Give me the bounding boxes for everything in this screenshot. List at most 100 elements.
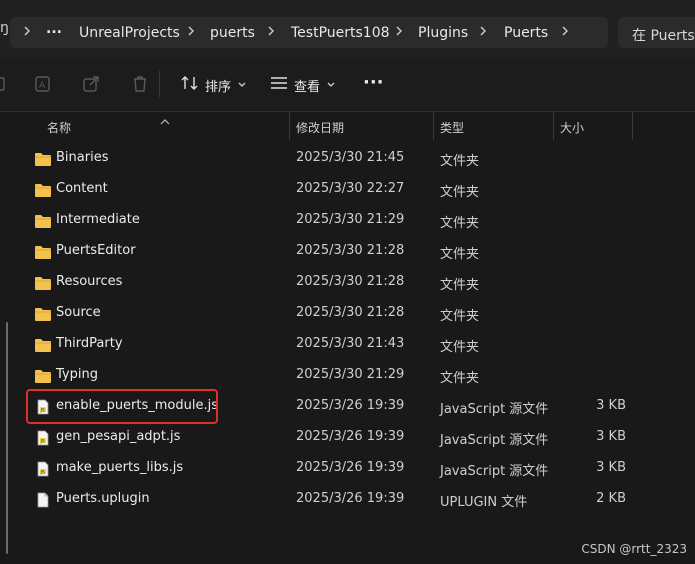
js-file-icon: JS <box>34 430 52 446</box>
file-type: JavaScript 源文件 <box>440 402 549 417</box>
chevron-down-icon <box>237 78 247 93</box>
column-header-modified[interactable]: 修改日期 <box>296 119 344 136</box>
file-type: 文件夹 <box>440 185 480 200</box>
file-date: 2025/3/30 21:45 <box>296 150 405 165</box>
folder-row[interactable]: Binaries 2025/3/30 21:45 文件夹 <box>30 143 650 174</box>
file-name: Content <box>56 181 108 196</box>
svg-text:JS: JS <box>40 469 45 475</box>
file-date: 2025/3/30 22:27 <box>296 181 405 196</box>
address-bar[interactable]: ... UnrealProjects puerts TestPuerts108 … <box>10 17 608 48</box>
file-name: enable_puerts_module.js <box>56 398 219 413</box>
js-file-icon: JS <box>34 461 52 477</box>
column-header-size[interactable]: 大小 <box>560 119 584 136</box>
file-name: Intermediate <box>56 212 140 227</box>
delete-icon[interactable] <box>130 74 150 94</box>
folder-icon <box>34 213 52 229</box>
folder-row[interactable]: ThirdParty 2025/3/30 21:43 文件夹 <box>30 329 650 360</box>
sort-icon <box>181 75 199 95</box>
file-type: UPLUGIN 文件 <box>440 495 528 510</box>
column-header-row: 名称 修改日期 类型 大小 <box>0 112 695 140</box>
file-name: ThirdParty <box>56 336 123 351</box>
rename-icon[interactable]: A <box>33 74 53 94</box>
chevron-right-icon <box>478 24 488 38</box>
folder-row[interactable]: Typing 2025/3/30 21:29 文件夹 <box>30 360 650 391</box>
file-date: 2025/3/30 21:29 <box>296 367 405 382</box>
folder-row[interactable]: PuertsEditor 2025/3/30 21:28 文件夹 <box>30 236 650 267</box>
document-file-icon <box>34 492 52 508</box>
breadcrumb-testpuerts108[interactable]: TestPuerts108 <box>291 25 390 41</box>
search-box[interactable]: 在 Puerts 中 <box>618 17 695 48</box>
share-icon[interactable] <box>81 74 101 94</box>
js-file-icon: JS <box>34 399 52 415</box>
file-type: 文件夹 <box>440 278 480 293</box>
column-divider[interactable] <box>289 112 290 140</box>
chevron-right-icon <box>394 24 404 38</box>
column-divider[interactable] <box>632 112 633 140</box>
folder-icon <box>34 275 52 291</box>
file-name: Resources <box>56 274 123 289</box>
partial-nav-glyph: ŋ <box>0 20 9 36</box>
sort-button[interactable]: 排序 <box>181 74 247 96</box>
file-row[interactable]: Puerts.uplugin 2025/3/26 19:39 UPLUGIN 文… <box>30 484 650 515</box>
nav-pane-scrollbar[interactable] <box>6 322 8 554</box>
file-date: 2025/3/26 19:39 <box>296 491 405 506</box>
chevron-right-icon <box>560 24 570 38</box>
column-divider[interactable] <box>433 112 434 140</box>
column-header-type[interactable]: 类型 <box>440 119 464 136</box>
file-type: 文件夹 <box>440 371 480 386</box>
folder-icon <box>34 368 52 384</box>
folder-icon <box>34 151 52 167</box>
file-type: 文件夹 <box>440 154 480 169</box>
breadcrumb-puerts[interactable]: puerts <box>210 25 255 41</box>
breadcrumb-plugins[interactable]: Plugins <box>418 25 468 41</box>
breadcrumb-overflow[interactable]: ... <box>46 21 62 37</box>
file-date: 2025/3/30 21:28 <box>296 305 405 320</box>
address-bar-area: ŋ ... UnrealProjects puerts TestPuerts10… <box>0 0 695 57</box>
more-options-button[interactable]: ··· <box>363 71 384 93</box>
column-divider[interactable] <box>553 112 554 140</box>
file-name: Puerts.uplugin <box>56 491 150 506</box>
view-label: 查看 <box>294 79 321 95</box>
file-type: 文件夹 <box>440 309 480 324</box>
file-date: 2025/3/26 19:39 <box>296 429 405 444</box>
file-name: gen_pesapi_adpt.js <box>56 429 181 444</box>
file-type: 文件夹 <box>440 340 480 355</box>
file-name: Typing <box>56 367 98 382</box>
breadcrumb-puerts-current[interactable]: Puerts <box>504 25 548 41</box>
file-row[interactable]: JS make_puerts_libs.js 2025/3/26 19:39 J… <box>30 453 650 484</box>
folder-row[interactable]: Content 2025/3/30 22:27 文件夹 <box>30 174 650 205</box>
file-type: JavaScript 源文件 <box>440 464 549 479</box>
file-name: Source <box>56 305 101 320</box>
file-date: 2025/3/26 19:39 <box>296 460 405 475</box>
svg-text:A: A <box>39 81 46 91</box>
file-name: Binaries <box>56 150 109 165</box>
folder-row[interactable]: Source 2025/3/30 21:28 文件夹 <box>30 298 650 329</box>
folder-icon <box>34 244 52 260</box>
file-row[interactable]: JS enable_puerts_module.js 2025/3/26 19:… <box>30 391 650 422</box>
file-date: 2025/3/30 21:29 <box>296 212 405 227</box>
file-size: 2 KB <box>596 491 626 506</box>
file-name: make_puerts_libs.js <box>56 460 184 475</box>
watermark: CSDN @rrtt_2323 <box>581 542 687 556</box>
view-list-icon <box>270 75 288 95</box>
breadcrumb-unrealprojects[interactable]: UnrealProjects <box>79 25 180 41</box>
chevron-right-icon <box>266 24 276 38</box>
folder-icon <box>34 337 52 353</box>
sort-label: 排序 <box>205 79 232 95</box>
file-date: 2025/3/30 21:43 <box>296 336 405 351</box>
chevron-right-icon <box>186 24 196 38</box>
folder-icon <box>34 306 52 322</box>
file-row[interactable]: JS gen_pesapi_adpt.js 2025/3/26 19:39 Ja… <box>30 422 650 453</box>
file-date: 2025/3/30 21:28 <box>296 243 405 258</box>
file-date: 2025/3/30 21:28 <box>296 274 405 289</box>
folder-row[interactable]: Resources 2025/3/30 21:28 文件夹 <box>30 267 650 298</box>
toolbar-divider <box>159 71 160 97</box>
view-button[interactable]: 查看 <box>270 74 336 96</box>
file-type: 文件夹 <box>440 216 480 231</box>
file-size: 3 KB <box>596 429 626 444</box>
folder-row[interactable]: Intermediate 2025/3/30 21:29 文件夹 <box>30 205 650 236</box>
column-header-name[interactable]: 名称 <box>47 119 71 136</box>
file-name: PuertsEditor <box>56 243 136 258</box>
cut-icon[interactable] <box>0 74 12 94</box>
svg-text:JS: JS <box>40 438 45 444</box>
